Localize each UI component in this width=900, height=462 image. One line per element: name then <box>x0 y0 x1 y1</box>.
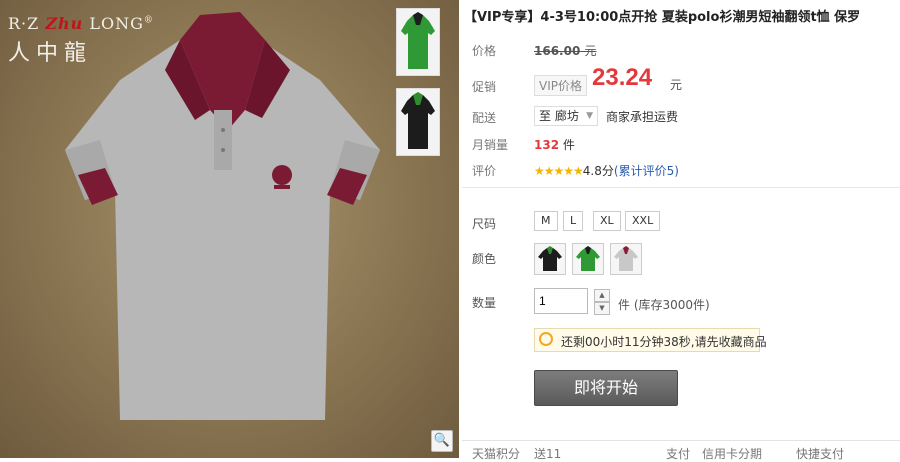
delivery-label: 配送 <box>472 111 497 125</box>
size-option-xxl[interactable]: XXL <box>625 211 661 231</box>
zoom-icon[interactable]: 🔍 <box>431 430 453 452</box>
product-main-image: R·Z Zhu LONG® 人中龍 🔍 <box>0 0 459 458</box>
quantity-input[interactable] <box>534 288 588 314</box>
credit-installment[interactable]: 信用卡分期 <box>702 445 762 462</box>
points-value: 送11 <box>534 447 562 461</box>
current-price: 23.24 <box>592 64 653 91</box>
countdown-tip: 还剩00小时11分钟38秒,请先收藏商品 <box>534 328 767 352</box>
monthly-sales-value: 132 件 <box>534 138 575 152</box>
product-title: 【VIP专享】4-3号10:00点开抢 夏装polo衫潮男短袖翻领t恤 保罗 <box>464 10 861 25</box>
reviews-link[interactable]: (累计评价5) <box>614 164 679 178</box>
price-label: 价格 <box>472 44 497 58</box>
rating-label: 评价 <box>472 164 497 178</box>
size-option-m[interactable]: M <box>534 211 558 231</box>
original-price: 166.00 元 <box>534 44 597 58</box>
quantity-increase-button[interactable]: ▲ <box>594 289 610 302</box>
star-rating-icon: ★★★★★ <box>534 164 584 178</box>
color-swatch-black[interactable] <box>534 243 566 275</box>
quantity-decrease-button[interactable]: ▼ <box>594 302 610 315</box>
color-label: 颜色 <box>472 252 497 266</box>
color-swatch-green[interactable] <box>572 243 604 275</box>
lightbulb-icon <box>539 332 553 346</box>
rating-summary: ★★★★★4.8分(累计评价5) <box>534 164 679 178</box>
shipping-note: 商家承担运费 <box>606 110 679 124</box>
quantity-label: 数量 <box>472 296 497 310</box>
points-label: 天猫积分 <box>472 447 521 461</box>
quick-pay[interactable]: 快捷支付 <box>796 445 844 462</box>
thumbnail-green[interactable] <box>396 8 440 76</box>
thumbnail-list <box>396 8 442 168</box>
size-option-xl[interactable]: XL <box>593 211 621 231</box>
destination-select[interactable]: 至 廊坊 ▼ <box>534 106 598 126</box>
pay-label: 支付 <box>666 447 691 461</box>
thumbnail-black[interactable] <box>396 88 440 156</box>
stock-info: 件 (库存3000件) <box>618 298 710 312</box>
vip-price-tag: VIP价格 <box>534 75 587 96</box>
size-label: 尺码 <box>472 217 497 231</box>
bottom-info-bar: 天猫积分 送11 支付 信用卡分期 快捷支付 <box>462 440 900 462</box>
color-swatch-gray[interactable] <box>610 243 642 275</box>
monthly-sales-label: 月销量 <box>472 138 509 152</box>
price-unit: 元 <box>670 78 683 92</box>
size-option-l[interactable]: L <box>563 211 584 231</box>
promo-label: 促销 <box>472 80 497 94</box>
polo-shirt-illustration <box>65 12 380 420</box>
product-info-panel: 【VIP专享】4-3号10:00点开抢 夏装polo衫潮男短袖翻领t恤 保罗 价… <box>462 0 900 462</box>
chevron-down-icon: ▼ <box>586 111 593 121</box>
coming-soon-button[interactable]: 即将开始 <box>534 370 678 406</box>
